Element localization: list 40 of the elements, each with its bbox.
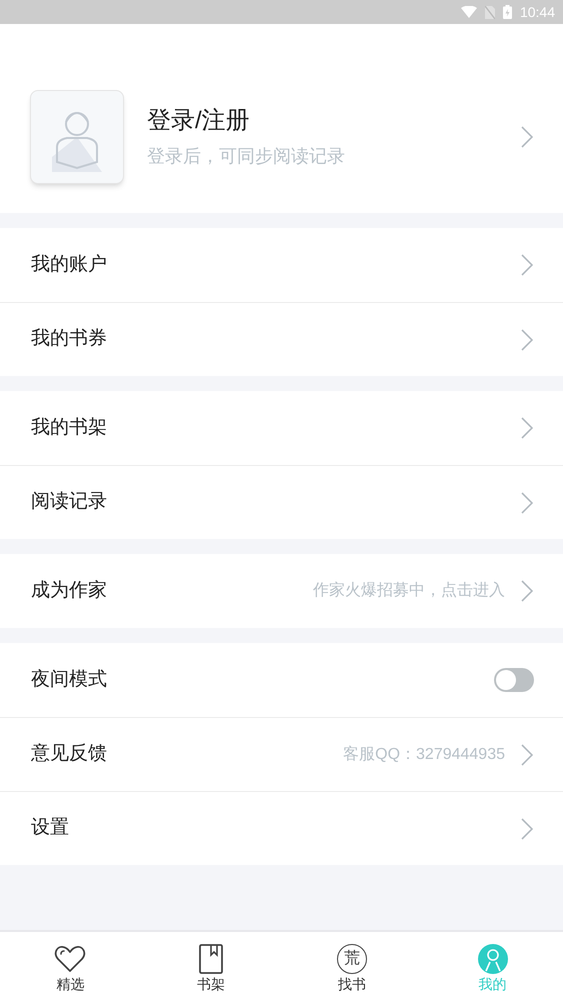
profile-header[interactable]: 登录/注册 登录后，可同步阅读记录	[0, 24, 563, 213]
wifi-icon	[460, 6, 477, 18]
menu-label: 意见反馈	[31, 742, 108, 766]
menu-row[interactable]: 成为作家 作家火爆招募中，点击进入	[0, 554, 563, 628]
nav-tab[interactable]: 书架	[140, 932, 282, 1000]
chevron-right-icon	[521, 417, 533, 439]
menu-label: 设置	[31, 816, 70, 840]
menu-label: 我的账户	[31, 252, 108, 277]
heart-icon	[54, 944, 86, 972]
book-icon	[199, 944, 224, 974]
chevron-right-icon	[521, 580, 533, 602]
chevron-right-icon	[521, 744, 533, 766]
menu-row[interactable]: 阅读记录	[0, 465, 563, 539]
menu-label: 我的书券	[31, 327, 108, 352]
menu-row[interactable]: 我的书架	[0, 391, 563, 465]
menu-row[interactable]: 我的书券	[0, 302, 563, 376]
person-icon	[478, 944, 508, 974]
menu-label: 我的书架	[31, 416, 108, 440]
nav-tab[interactable]: 精选	[0, 932, 141, 1000]
circled-character-icon: 荒	[336, 944, 367, 974]
night-mode-switch[interactable]	[494, 668, 534, 692]
nav-tab[interactable]: 荒 找书	[282, 932, 422, 1000]
chevron-right-icon	[521, 328, 533, 350]
menu-label: 阅读记录	[31, 490, 108, 514]
chevron-right-icon	[521, 818, 533, 840]
menu-row[interactable]: 设置	[0, 791, 563, 865]
chevron-right-icon	[521, 126, 533, 148]
menu-row[interactable]: 我的账户	[0, 228, 563, 302]
menu-hint: 客服QQ：3279444935	[343, 744, 505, 764]
menu-row[interactable]: 夜间模式	[0, 643, 563, 717]
chevron-right-icon	[521, 492, 533, 514]
login-subtitle: 登录后，可同步阅读记录	[147, 146, 346, 164]
login-title: 登录/注册	[147, 108, 251, 132]
menu-row[interactable]: 意见反馈 客服QQ：3279444935	[0, 717, 563, 791]
menu-label: 夜间模式	[31, 668, 108, 692]
chevron-right-icon	[521, 254, 533, 276]
menu-label: 成为作家	[31, 578, 108, 603]
battery-icon	[502, 5, 512, 19]
menu-hint: 作家火爆招募中，点击进入	[313, 580, 505, 601]
no-sim-icon	[484, 6, 495, 18]
